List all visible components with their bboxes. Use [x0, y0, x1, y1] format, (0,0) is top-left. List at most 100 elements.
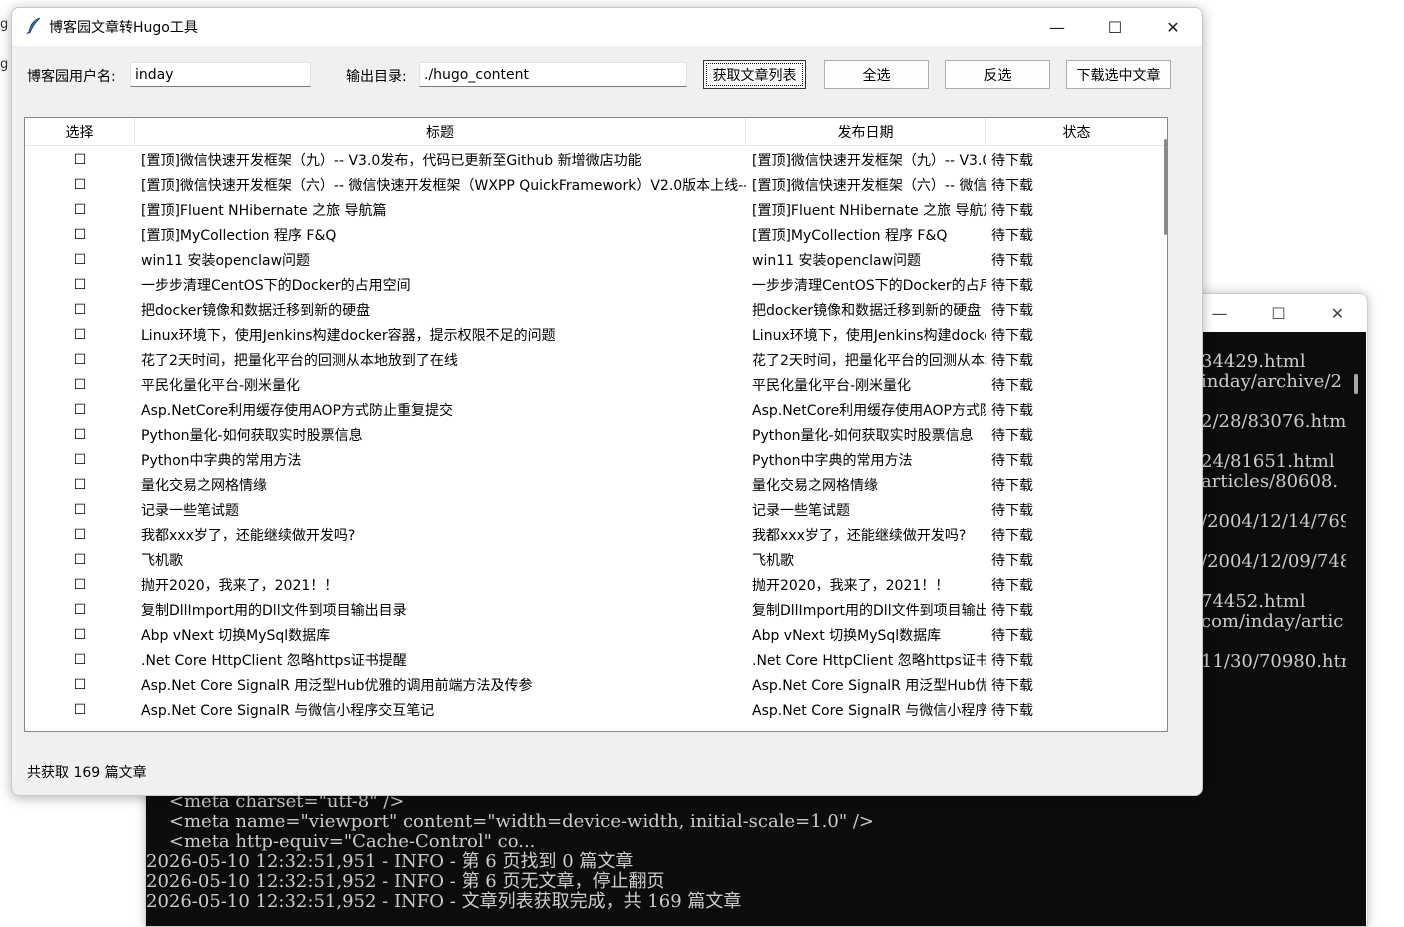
row-checkbox[interactable]: ☐ — [25, 677, 135, 693]
console-maximize-button[interactable]: ☐ — [1249, 294, 1308, 332]
output-dir-label: 输出目录: — [346, 69, 407, 85]
title-bar[interactable]: 博客园文章转Hugo工具 — ☐ ✕ — [12, 8, 1202, 46]
row-checkbox[interactable]: ☐ — [25, 302, 135, 318]
row-date: Python中字典的常用方法 — [752, 452, 913, 469]
table-row[interactable]: ☐ [置顶]微信快速开发框架（九）-- V3.0发布，代码已更新至Github 新… — [25, 147, 1167, 172]
row-checkbox[interactable]: ☐ — [25, 527, 135, 543]
close-button[interactable]: ✕ — [1144, 8, 1202, 46]
row-checkbox[interactable]: ☐ — [25, 427, 135, 443]
console-scrollbar[interactable] — [1346, 332, 1366, 926]
table-row[interactable]: ☐ 花了2天时间，把量化平台的回测从本地放到了在线 花了2天时间，把量化平台的回测从… — [25, 347, 1167, 372]
table-row[interactable]: ☐ 飞机歌 飞机歌 待下载 — [25, 547, 1167, 572]
row-checkbox[interactable]: ☐ — [25, 652, 135, 668]
table-row[interactable]: ☐ Asp.Net Core SignalR 与微信小程序交互笔记 Asp.Net … — [25, 697, 1167, 722]
row-title: 记录一些笔试题 — [141, 502, 239, 519]
header-title[interactable]: 标题 — [135, 118, 746, 145]
table-row[interactable]: ☐ Asp.NetCore利用缓存使用AOP方式防止重复提交 Asp.NetCore… — [25, 397, 1167, 422]
row-status: 待下载 — [991, 452, 1033, 469]
row-checkbox[interactable]: ☐ — [25, 552, 135, 568]
console-line: /2004/12/14/769 — [1201, 511, 1346, 532]
table-row[interactable]: ☐ 我都xxx岁了，还能继续做开发吗? 我都xxx岁了，还能继续做开发吗? 待下载 — [25, 522, 1167, 547]
table-row[interactable]: ☐ 平民化量化平台-刚米量化 平民化量化平台-刚米量化 待下载 — [25, 372, 1167, 397]
table-row[interactable]: ☐ Abp vNext 切换MySql数据库 Abp vNext 切换MySql数据… — [25, 622, 1167, 647]
row-checkbox[interactable]: ☐ — [25, 152, 135, 168]
console-line: 74452.html — [1201, 591, 1306, 612]
row-checkbox[interactable]: ☐ — [25, 327, 135, 343]
row-checkbox[interactable]: ☐ — [25, 602, 135, 618]
row-checkbox[interactable]: ☐ — [25, 402, 135, 418]
row-checkbox[interactable]: ☐ — [25, 702, 135, 718]
row-title: Asp.Net Core SignalR 与微信小程序交互笔记 — [141, 702, 435, 719]
table-row[interactable]: ☐ .Net Core HttpClient 忽略https证书提醒 .Net Co… — [25, 647, 1167, 672]
row-checkbox[interactable]: ☐ — [25, 502, 135, 518]
row-date: [置顶]微信快速开发框架（六）-- 微信快速开发框架（WXPP QuickFra… — [752, 177, 986, 194]
header-select[interactable]: 选择 — [25, 118, 135, 145]
row-checkbox[interactable]: ☐ — [25, 177, 135, 193]
row-title: Asp.NetCore利用缓存使用AOP方式防止重复提交 — [141, 402, 453, 419]
row-checkbox[interactable]: ☐ — [25, 252, 135, 268]
table-row[interactable]: ☐ Asp.Net Core SignalR 用泛型Hub优雅的调用前端方法及传参… — [25, 672, 1167, 697]
row-status: 待下载 — [991, 152, 1033, 169]
fetch-articles-button[interactable]: 获取文章列表 — [703, 60, 806, 89]
console-window-controls: — ☐ ✕ — [1190, 294, 1367, 332]
select-all-button[interactable]: 全选 — [824, 60, 929, 89]
output-dir-input[interactable] — [419, 62, 687, 87]
row-title: [置顶]Fluent NHibernate 之旅 导航篇 — [141, 202, 387, 219]
row-checkbox[interactable]: ☐ — [25, 627, 135, 643]
username-label: 博客园用户名: — [27, 69, 116, 85]
row-title: Abp vNext 切换MySql数据库 — [141, 627, 331, 644]
maximize-button[interactable]: ☐ — [1086, 8, 1144, 46]
row-status: 待下载 — [991, 377, 1033, 394]
row-title: 平民化量化平台-刚米量化 — [141, 377, 301, 394]
row-title: Python中字典的常用方法 — [141, 452, 302, 469]
row-date: 复制DllImport用的Dll文件到项目输出目录 — [752, 602, 986, 619]
row-date: [置顶]MyCollection 程序 F&Q — [752, 227, 948, 244]
main-window[interactable]: 博客园文章转Hugo工具 — ☐ ✕ 博客园用户名: 输出目录: 获取文章列表 … — [11, 7, 1203, 796]
console-scrollbar-thumb[interactable] — [1354, 374, 1358, 394]
table-row[interactable]: ☐ [置顶]Fluent NHibernate 之旅 导航篇 [置顶]Fluent … — [25, 197, 1167, 222]
row-date: 平民化量化平台-刚米量化 — [752, 377, 912, 394]
invert-selection-button[interactable]: 反选 — [945, 60, 1050, 89]
article-table[interactable]: 选择 标题 发布日期 状态 ☐ [置顶]微信快速开发框架（九）-- V3.0发布，… — [24, 117, 1168, 732]
table-row[interactable]: ☐ 一步步清理CentOS下的Docker的占用空间 一步步清理CentOS下的Do… — [25, 272, 1167, 297]
row-date: 记录一些笔试题 — [752, 502, 850, 519]
table-body: ☐ [置顶]微信快速开发框架（九）-- V3.0发布，代码已更新至Github 新… — [25, 147, 1167, 722]
username-input[interactable] — [130, 62, 311, 87]
header-date[interactable]: 发布日期 — [746, 118, 986, 145]
table-row[interactable]: ☐ Linux环境下，使用Jenkins构建docker容器，提示权限不足的问题 L… — [25, 322, 1167, 347]
table-row[interactable]: ☐ Python中字典的常用方法 Python中字典的常用方法 待下载 — [25, 447, 1167, 472]
download-selected-button[interactable]: 下载选中文章 — [1066, 60, 1171, 89]
minimize-button[interactable]: — — [1028, 8, 1086, 46]
row-status: 待下载 — [991, 477, 1033, 494]
table-scrollbar-thumb[interactable] — [1164, 139, 1167, 235]
row-checkbox[interactable]: ☐ — [25, 477, 135, 493]
row-checkbox[interactable]: ☐ — [25, 202, 135, 218]
row-checkbox[interactable]: ☐ — [25, 452, 135, 468]
table-row[interactable]: ☐ 抛开2020，我来了，2021！！ 抛开2020，我来了，2021！！ 待下载 — [25, 572, 1167, 597]
table-row[interactable]: ☐ [置顶]微信快速开发框架（六）-- 微信快速开发框架（WXPP QuickFr… — [25, 172, 1167, 197]
table-row[interactable]: ☐ win11 安装openclaw问题 win11 安装openclaw问题 待下载 — [25, 247, 1167, 272]
row-status: 待下载 — [991, 652, 1033, 669]
row-checkbox[interactable]: ☐ — [25, 352, 135, 368]
table-row[interactable]: ☐ 把docker镜像和数据迁移到新的硬盘 把docker镜像和数据迁移到新的硬盘待… — [25, 297, 1167, 322]
row-checkbox[interactable]: ☐ — [25, 377, 135, 393]
row-checkbox[interactable]: ☐ — [25, 227, 135, 243]
row-date: Asp.Net Core SignalR 用泛型Hub优雅的调用前端方法及传参 — [752, 677, 986, 694]
row-status: 待下载 — [991, 352, 1033, 369]
table-row[interactable]: ☐ 复制DllImport用的Dll文件到项目输出目录 复制DllImport用的D… — [25, 597, 1167, 622]
table-row[interactable]: ☐ 记录一些笔试题 记录一些笔试题 待下载 — [25, 497, 1167, 522]
table-row[interactable]: ☐ 量化交易之网格情缘 量化交易之网格情缘 待下载 — [25, 472, 1167, 497]
row-title: 量化交易之网格情缘 — [141, 477, 267, 494]
table-row[interactable]: ☐ [置顶]MyCollection 程序 F&Q [置顶]MyCollection… — [25, 222, 1167, 247]
row-status: 待下载 — [991, 427, 1033, 444]
console-line: 2026-05-10 12:32:51,951 - INFO - 第 6 页找到… — [146, 851, 634, 872]
row-checkbox[interactable]: ☐ — [25, 277, 135, 293]
row-date: [置顶]微信快速开发框架（九）-- V3.0发布，代码已更新至Github 新增… — [752, 152, 986, 169]
window-title: 博客园文章转Hugo工具 — [49, 20, 198, 36]
row-date: 量化交易之网格情缘 — [752, 477, 878, 494]
row-checkbox[interactable]: ☐ — [25, 577, 135, 593]
table-row[interactable]: ☐ Python量化-如何获取实时股票信息 Python量化-如何获取实时股票信息待… — [25, 422, 1167, 447]
console-close-button[interactable]: ✕ — [1308, 294, 1367, 332]
console-line: com/inday/artic — [1201, 611, 1344, 632]
header-status[interactable]: 状态 — [986, 118, 1167, 145]
